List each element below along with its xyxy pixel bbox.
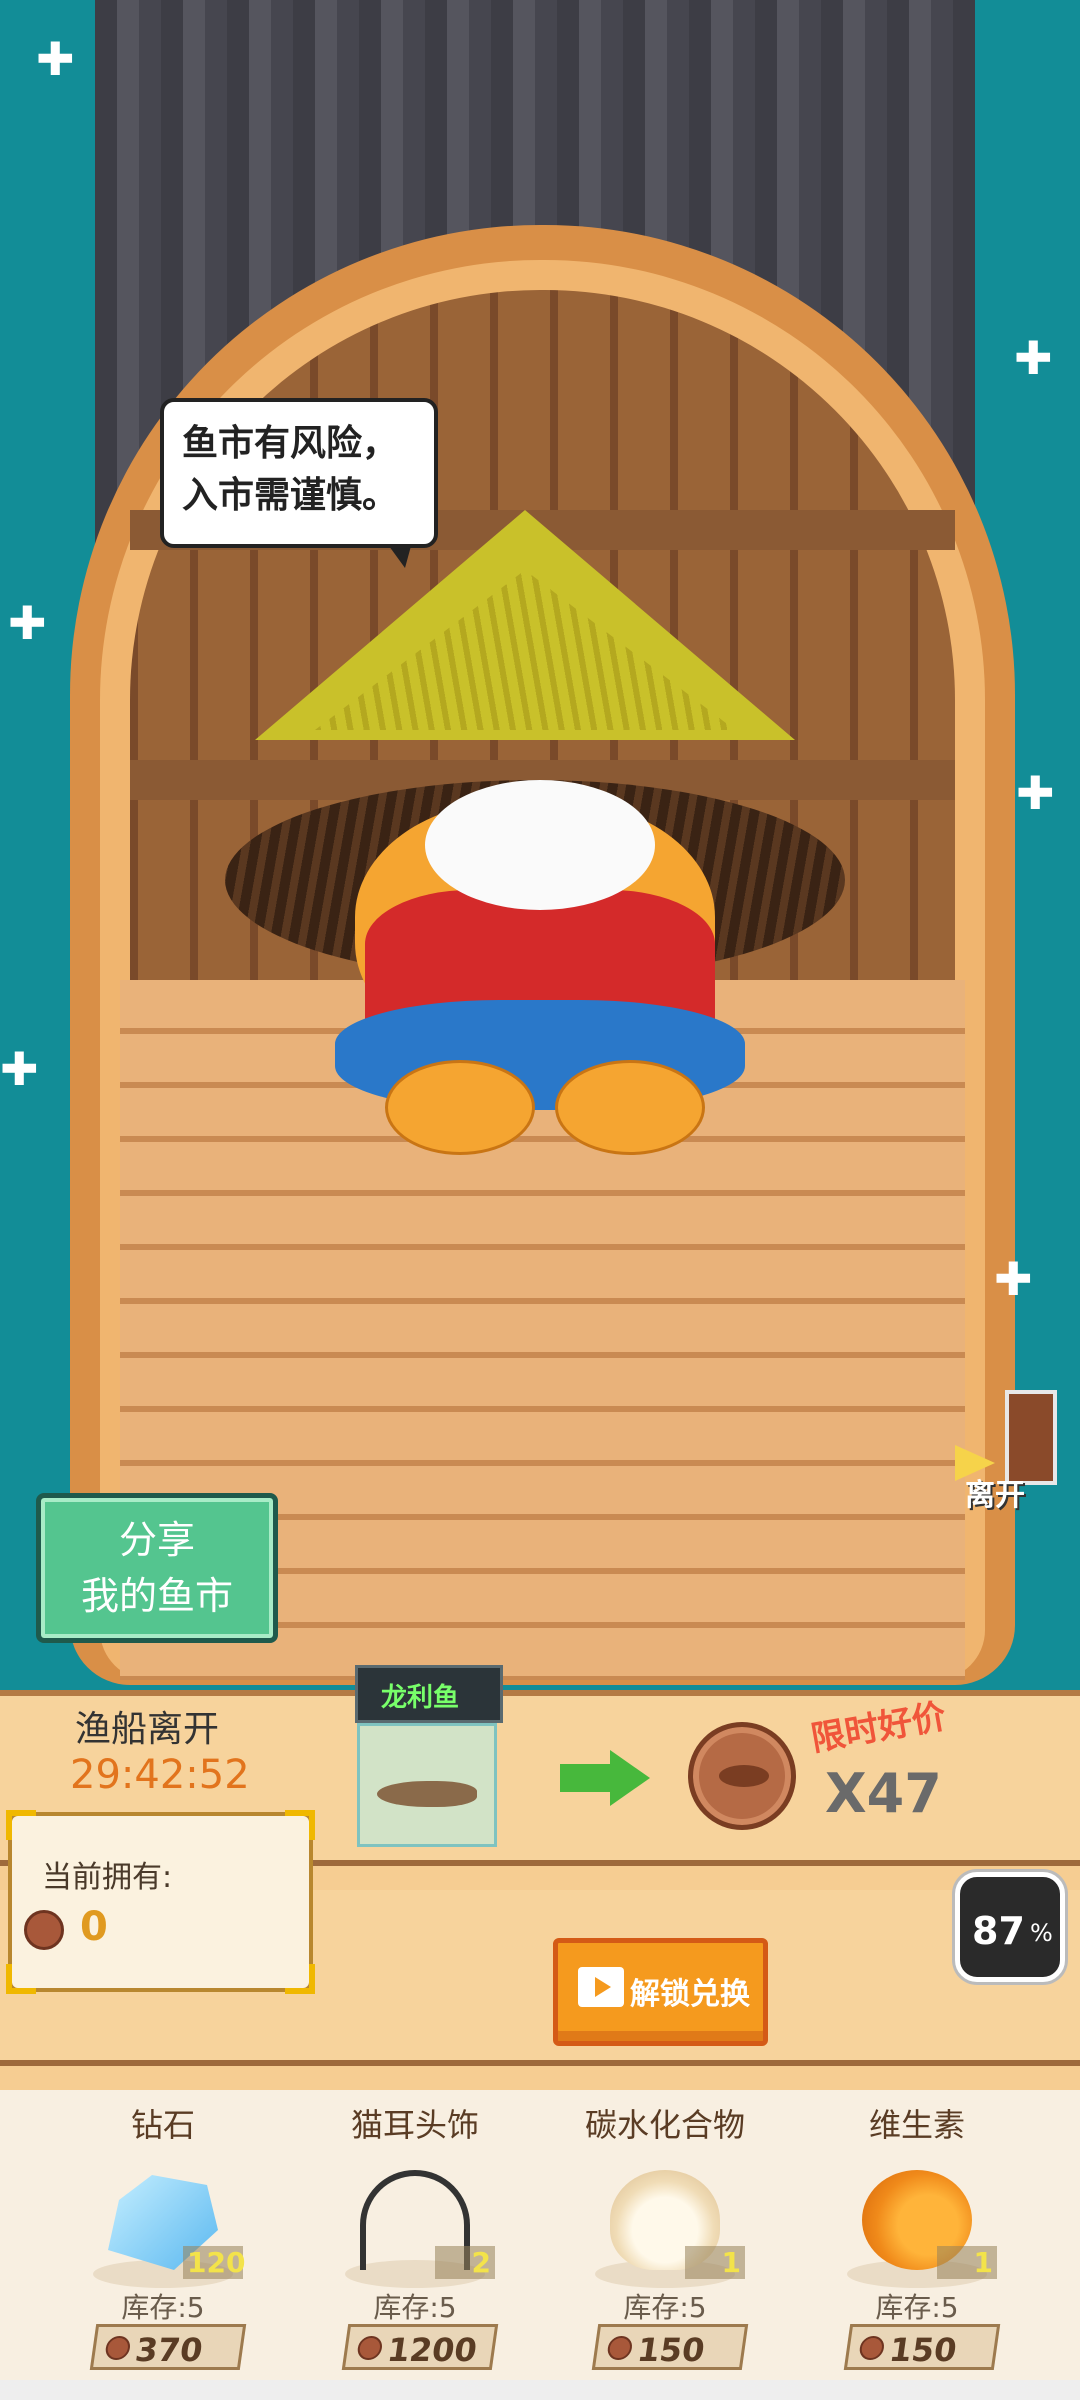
share-button-line-1: 分享 <box>118 1518 195 1562</box>
shop-item-stock: 库存:5 <box>121 2291 205 2324</box>
shop-item-price: 150 <box>634 2331 708 2369</box>
progress-percent-badge[interactable]: 87 % <box>955 1872 1065 1982</box>
shop-item-quantity: 1 <box>685 2246 745 2279</box>
shop-item-vitamin[interactable]: 维生素 1 库存:5 150 <box>792 2100 1042 2370</box>
fisherman-cat-character[interactable] <box>225 500 845 1180</box>
cat-paw <box>555 1060 705 1155</box>
shop-item-price-button[interactable]: 1200 <box>341 2324 499 2370</box>
coin-multiplier: X47 <box>825 1762 942 1825</box>
shop-item-stock: 库存:5 <box>875 2291 959 2324</box>
shop-item-quantity: 1 <box>937 2246 997 2279</box>
speech-line-2: 入市需谨慎。 <box>182 475 399 516</box>
shop-item-name: 碳水化合物 <box>584 2106 745 2144</box>
game-scene: ✚ ✚ ✚ ✚ ✚ ✚ <box>0 0 1080 1690</box>
owned-value: 0 <box>80 1904 108 1950</box>
shop-item-price-button[interactable]: 150 <box>843 2324 1001 2370</box>
exchange-arrow-icon <box>560 1750 650 1806</box>
coin-icon <box>24 1910 64 1950</box>
navigation-bar-area <box>0 2380 1080 2400</box>
shop-item-price: 150 <box>886 2331 960 2369</box>
coin-icon <box>858 2336 886 2360</box>
coin-icon <box>104 2336 132 2360</box>
sparkle-icon: ✚ <box>1016 766 1055 820</box>
shop-item-quantity: 2 <box>435 2246 495 2279</box>
shop-item-price-button[interactable]: 370 <box>89 2324 247 2370</box>
shop-item-price: 1200 <box>384 2331 480 2369</box>
fish-tank[interactable]: 龙利鱼 <box>355 1665 503 1850</box>
sparkle-icon: ✚ <box>36 32 75 86</box>
leave-label: 离开 <box>965 1478 1025 1513</box>
boat-leave-timer: 29:42:52 <box>70 1752 250 1798</box>
sparkle-icon: ✚ <box>1014 331 1053 385</box>
fish-name-label: 龙利鱼 <box>380 1683 459 1713</box>
shop-item-carbohydrate[interactable]: 碳水化合物 1 库存:5 150 <box>540 2100 790 2370</box>
fish-coin-icon <box>688 1722 796 1830</box>
owned-label: 当前拥有: <box>42 1860 173 1895</box>
shop-item-stock: 库存:5 <box>623 2291 707 2324</box>
shop-item-name: 维生素 <box>868 2106 965 2144</box>
unlock-exchange-button[interactable]: 解锁兑换 <box>553 1938 768 2046</box>
arrow-shaft <box>560 1764 612 1792</box>
panel-corner <box>285 1964 315 1994</box>
coin-icon <box>606 2336 634 2360</box>
video-play-icon <box>578 1967 624 2007</box>
shop-item-price: 370 <box>132 2331 206 2369</box>
unlock-exchange-label: 解锁兑换 <box>630 1977 750 2012</box>
progress-percent-value: 87 <box>972 1909 1025 1953</box>
leave-button[interactable]: 离开 <box>955 1390 1065 1513</box>
coin-fish-mark <box>719 1765 769 1787</box>
speech-bubble: 鱼市有风险， 入市需谨慎。 <box>160 398 438 568</box>
share-my-fish-market-button[interactable]: 分享 我的鱼市 <box>36 1493 278 1643</box>
currently-owned-panel <box>6 1810 315 1994</box>
cat-face <box>425 780 655 910</box>
panel-corner <box>6 1810 36 1840</box>
sparkle-icon: ✚ <box>0 1042 39 1096</box>
arrow-head <box>610 1750 650 1806</box>
speech-line-1: 鱼市有风险， <box>182 423 399 464</box>
sparkle-icon: ✚ <box>994 1252 1033 1306</box>
shop-item-name: 钻石 <box>130 2106 195 2144</box>
shop-item-cat-ear-headband[interactable]: 猫耳头饰 2 库存:5 1200 <box>290 2100 540 2370</box>
boat-leave-title: 渔船离开 <box>75 1709 220 1750</box>
panel-corner <box>6 1964 36 1994</box>
shop-item-price-button[interactable]: 150 <box>591 2324 749 2370</box>
sole-fish-icon <box>377 1781 477 1807</box>
shop-item-quantity: 120 <box>183 2246 245 2279</box>
share-button-line-2: 我的鱼市 <box>80 1574 233 1618</box>
shop-item-diamond[interactable]: 钻石 120 库存:5 370 <box>38 2100 288 2370</box>
percent-symbol: % <box>1030 1919 1053 1947</box>
cat-paw <box>385 1060 535 1155</box>
shop-item-stock: 库存:5 <box>373 2291 457 2324</box>
panel-corner <box>285 1810 315 1840</box>
sparkle-icon: ✚ <box>8 596 47 650</box>
shop-item-name: 猫耳头饰 <box>350 2106 479 2144</box>
coin-icon <box>356 2336 384 2360</box>
